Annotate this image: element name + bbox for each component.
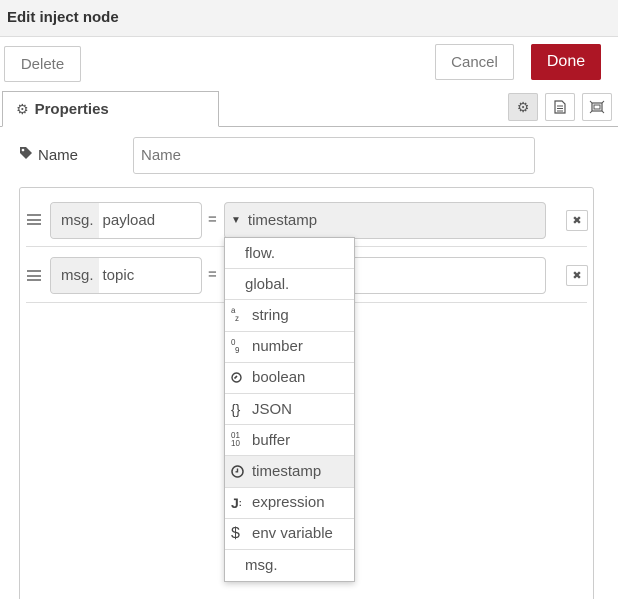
description-view-button[interactable] xyxy=(545,93,575,121)
properties-view-button[interactable]: ⚙ xyxy=(508,93,538,121)
caret-down-icon: ▼ xyxy=(231,215,241,226)
dollar-icon: $ xyxy=(231,524,240,542)
drag-handle-icon[interactable] xyxy=(27,270,41,281)
drag-handle-icon[interactable] xyxy=(27,214,41,225)
delete-button[interactable]: Delete xyxy=(4,46,81,82)
09-icon: 09 xyxy=(231,337,240,355)
dropdown-item-flow[interactable]: flow. xyxy=(225,238,354,270)
dialog-header: Edit inject node xyxy=(0,0,618,37)
dropdown-item-global[interactable]: global. xyxy=(225,269,354,301)
jsonata-icon: J: xyxy=(231,494,242,511)
property-name[interactable]: topic xyxy=(99,258,135,293)
binary-icon: 01 10 xyxy=(231,431,240,449)
cancel-button[interactable]: Cancel xyxy=(435,44,514,80)
done-button[interactable]: Done xyxy=(531,44,601,80)
gear-icon: ⚙ xyxy=(16,100,29,117)
property-name[interactable]: payload xyxy=(99,203,156,238)
property-input-topic[interactable]: msg. topic xyxy=(50,257,202,294)
tab-properties[interactable]: ⚙ Properties xyxy=(2,91,219,127)
clock-icon xyxy=(231,465,252,478)
dialog-title: Edit inject node xyxy=(7,9,119,26)
dropdown-item-number[interactable]: 09 number xyxy=(225,332,354,363)
value-type-select[interactable]: ▼ timestamp xyxy=(224,202,546,239)
dropdown-item-expression[interactable]: J: expression xyxy=(225,488,354,519)
gear-icon: ⚙ xyxy=(516,98,530,115)
name-input[interactable] xyxy=(133,137,535,174)
property-input-payload[interactable]: msg. payload xyxy=(50,202,202,239)
remove-row-button[interactable]: ✖ xyxy=(566,210,588,231)
equals-sign: = xyxy=(208,211,217,228)
msg-prefix[interactable]: msg. xyxy=(51,203,99,238)
name-label-text: Name xyxy=(38,146,79,164)
boolean-icon xyxy=(231,372,252,384)
remove-row-button[interactable]: ✖ xyxy=(566,265,588,286)
value-type-label: timestamp xyxy=(247,212,318,229)
dropdown-item-timestamp[interactable]: timestamp xyxy=(225,456,354,488)
tag-icon xyxy=(19,146,33,164)
dropdown-item-env[interactable]: $ env variable xyxy=(225,519,354,550)
close-icon: ✖ xyxy=(572,270,582,282)
dropdown-item-json[interactable]: {} JSON xyxy=(225,394,354,426)
dropdown-item-string[interactable]: az string xyxy=(225,300,354,332)
close-icon: ✖ xyxy=(572,215,582,227)
equals-sign: = xyxy=(208,266,217,283)
layout-icon xyxy=(589,100,605,114)
dropdown-item-boolean[interactable]: boolean xyxy=(225,363,354,394)
msg-prefix[interactable]: msg. xyxy=(51,258,99,293)
appearance-view-button[interactable] xyxy=(582,93,612,121)
name-label: Name xyxy=(19,146,78,164)
dropdown-item-msg[interactable]: msg. xyxy=(225,550,354,581)
braces-icon: {} xyxy=(231,401,241,418)
value-type-dropdown: flow. global. az string 09 number boolea… xyxy=(224,237,355,582)
dropdown-item-buffer[interactable]: 01 10 buffer xyxy=(225,425,354,457)
tab-label: Properties xyxy=(34,100,109,118)
document-icon xyxy=(554,100,566,114)
az-icon: az xyxy=(231,306,239,324)
